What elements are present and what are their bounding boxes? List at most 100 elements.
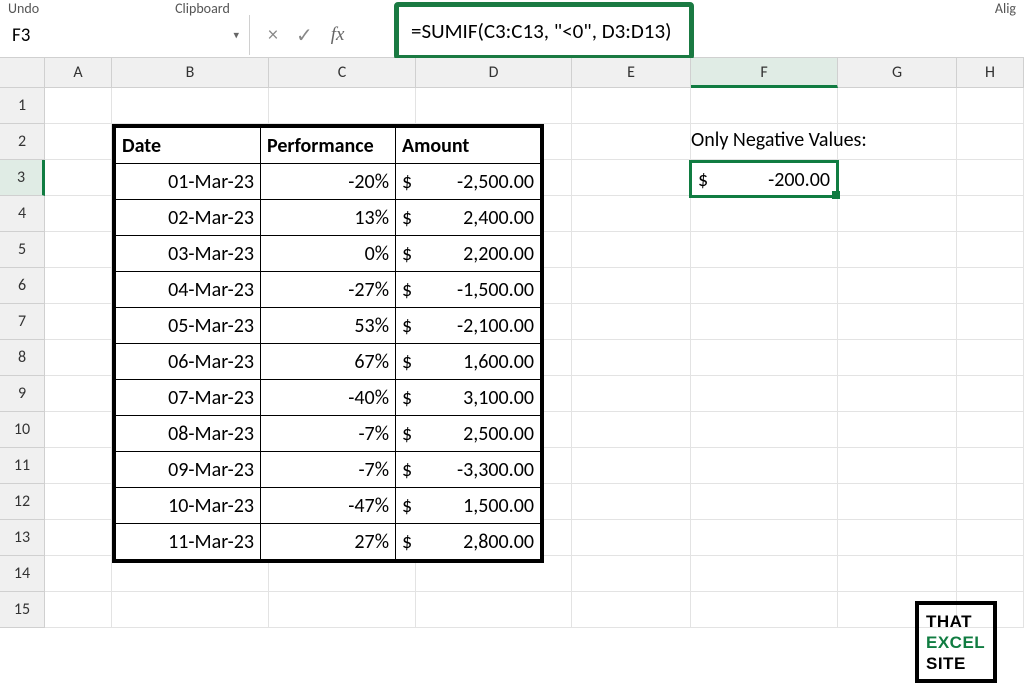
cell-amount[interactable]: $2,800.00 <box>396 524 541 560</box>
cell[interactable] <box>45 592 112 628</box>
col-header-D[interactable]: D <box>416 58 572 88</box>
col-header-G[interactable]: G <box>838 58 957 88</box>
cell[interactable] <box>957 412 1024 448</box>
cell[interactable] <box>112 88 269 124</box>
th-performance[interactable]: Performance <box>261 128 396 164</box>
cell[interactable] <box>45 124 112 160</box>
cell-performance[interactable]: 53% <box>261 308 396 344</box>
cell[interactable] <box>416 592 572 628</box>
cell-performance[interactable]: 13% <box>261 200 396 236</box>
chevron-down-icon[interactable]: ▾ <box>233 29 239 42</box>
cell[interactable] <box>838 376 957 412</box>
cell[interactable] <box>269 592 416 628</box>
cell[interactable] <box>691 196 838 232</box>
row-header-8[interactable]: 8 <box>0 340 45 376</box>
cell[interactable] <box>572 520 691 556</box>
cell[interactable] <box>957 268 1024 304</box>
cell[interactable] <box>45 88 112 124</box>
row-header-1[interactable]: 1 <box>0 88 45 124</box>
cell-performance[interactable]: -7% <box>261 416 396 452</box>
cell[interactable] <box>957 160 1024 196</box>
cell[interactable] <box>45 376 112 412</box>
cell-date[interactable]: 09-Mar-23 <box>116 452 261 488</box>
cell[interactable] <box>572 412 691 448</box>
cell-performance[interactable]: -47% <box>261 488 396 524</box>
cell[interactable] <box>691 232 838 268</box>
cell-date[interactable]: 08-Mar-23 <box>116 416 261 452</box>
cell[interactable] <box>957 520 1024 556</box>
cell[interactable] <box>572 592 691 628</box>
cell[interactable] <box>957 124 1024 160</box>
cell[interactable] <box>838 304 957 340</box>
row-header-5[interactable]: 5 <box>0 232 45 268</box>
cell[interactable] <box>572 556 691 592</box>
cell[interactable] <box>838 232 957 268</box>
cell[interactable] <box>691 304 838 340</box>
cell[interactable] <box>572 376 691 412</box>
cell[interactable] <box>572 340 691 376</box>
cell-date[interactable]: 05-Mar-23 <box>116 308 261 344</box>
cell-amount[interactable]: $2,400.00 <box>396 200 541 236</box>
cell[interactable] <box>838 412 957 448</box>
cell-date[interactable]: 03-Mar-23 <box>116 236 261 272</box>
cell[interactable] <box>572 160 691 196</box>
cell[interactable] <box>45 268 112 304</box>
name-box[interactable]: F3 ▾ <box>0 15 250 55</box>
cell[interactable] <box>691 448 838 484</box>
col-header-C[interactable]: C <box>269 58 416 88</box>
cell-date[interactable]: 04-Mar-23 <box>116 272 261 308</box>
cell[interactable] <box>416 88 572 124</box>
row-header-3[interactable]: 3 <box>0 160 45 196</box>
cell[interactable] <box>572 124 691 160</box>
cell[interactable] <box>45 520 112 556</box>
formula-bar-input[interactable]: =SUMIF(C3:C13, "<0", D3:D13) <box>394 2 694 60</box>
cell[interactable] <box>45 448 112 484</box>
fx-icon[interactable]: fx <box>331 24 345 46</box>
cell-amount[interactable]: $2,200.00 <box>396 236 541 272</box>
row-header-13[interactable]: 13 <box>0 520 45 556</box>
cell-amount[interactable]: $-2,100.00 <box>396 308 541 344</box>
cell-date[interactable]: 01-Mar-23 <box>116 164 261 200</box>
cell-amount[interactable]: $3,100.00 <box>396 380 541 416</box>
cell-performance[interactable]: -40% <box>261 380 396 416</box>
cell[interactable] <box>45 160 112 196</box>
cell[interactable] <box>45 196 112 232</box>
cell[interactable] <box>838 88 957 124</box>
cell[interactable] <box>45 412 112 448</box>
cell[interactable] <box>838 268 957 304</box>
cell-date[interactable]: 07-Mar-23 <box>116 380 261 416</box>
cell[interactable] <box>691 412 838 448</box>
cell[interactable] <box>572 232 691 268</box>
cell[interactable] <box>957 232 1024 268</box>
cell-performance[interactable]: -27% <box>261 272 396 308</box>
cell[interactable] <box>957 340 1024 376</box>
cell-date[interactable]: 11-Mar-23 <box>116 524 261 560</box>
cell[interactable] <box>691 484 838 520</box>
col-header-F[interactable]: F <box>691 58 838 88</box>
cell[interactable] <box>957 484 1024 520</box>
cell[interactable] <box>957 448 1024 484</box>
cell-amount[interactable]: $1,600.00 <box>396 344 541 380</box>
cell[interactable] <box>838 196 957 232</box>
row-header-4[interactable]: 4 <box>0 196 45 232</box>
cell[interactable] <box>957 556 1024 592</box>
cell[interactable] <box>838 160 957 196</box>
enter-icon[interactable]: ✓ <box>296 23 313 48</box>
cell[interactable] <box>45 484 112 520</box>
cell[interactable] <box>691 520 838 556</box>
row-header-14[interactable]: 14 <box>0 556 45 592</box>
cell[interactable] <box>45 340 112 376</box>
cell[interactable] <box>957 304 1024 340</box>
cell[interactable] <box>691 88 838 124</box>
cell[interactable] <box>838 556 957 592</box>
row-header-12[interactable]: 12 <box>0 484 45 520</box>
cell[interactable] <box>269 88 416 124</box>
cell-performance[interactable]: 0% <box>261 236 396 272</box>
col-header-E[interactable]: E <box>572 58 691 88</box>
cell-performance[interactable]: -20% <box>261 164 396 200</box>
cell[interactable] <box>838 520 957 556</box>
row-header-7[interactable]: 7 <box>0 304 45 340</box>
cell[interactable] <box>691 340 838 376</box>
cell[interactable] <box>838 448 957 484</box>
cell-performance[interactable]: 67% <box>261 344 396 380</box>
